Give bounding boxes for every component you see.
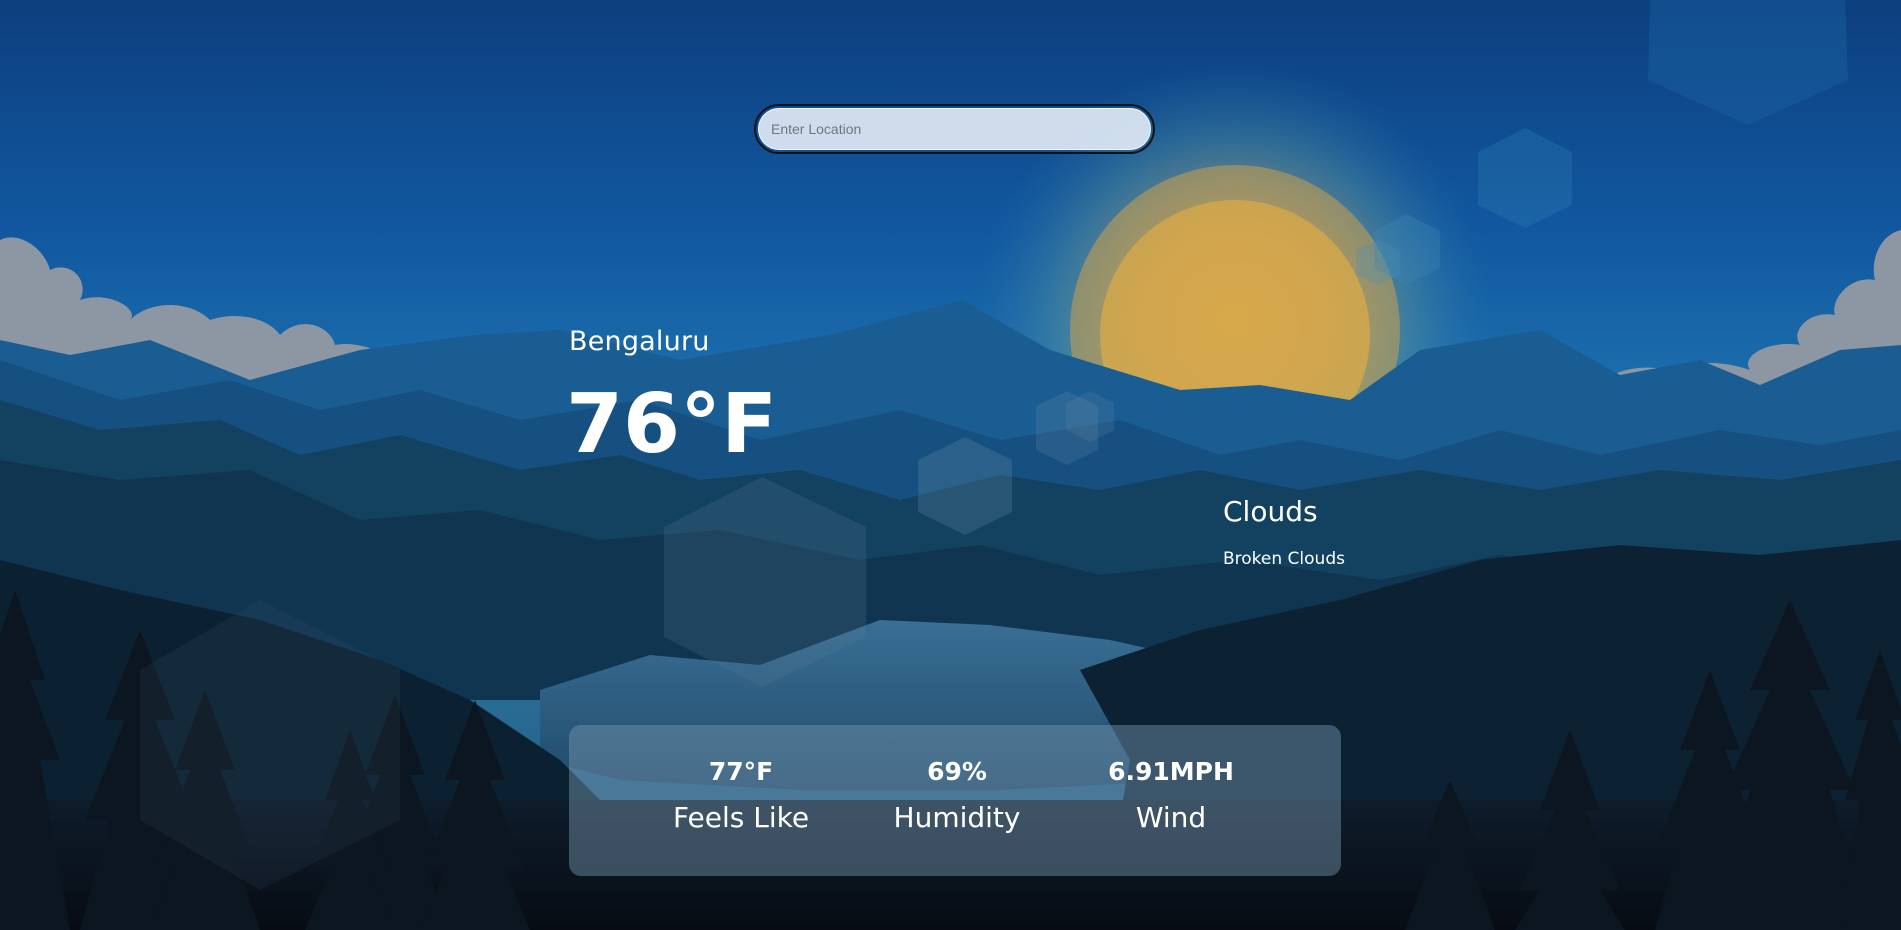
weather-stats-panel: 77°F Feels Like 69% Humidity 6.91MPH Win… bbox=[569, 725, 1341, 876]
humidity-value: 69% bbox=[927, 757, 987, 786]
humidity-label: Humidity bbox=[893, 801, 1021, 834]
location-search-input[interactable] bbox=[758, 108, 1151, 150]
weather-condition: Clouds bbox=[1223, 495, 1318, 528]
wind-stat: 6.91MPH Wind bbox=[1071, 759, 1271, 832]
feels-like-value: 77°F bbox=[708, 757, 774, 786]
feels-like-stat: 77°F Feels Like bbox=[641, 759, 841, 832]
current-temperature: 76°F bbox=[566, 377, 778, 472]
humidity-stat: 69% Humidity bbox=[857, 759, 1057, 832]
location-name: Bengaluru bbox=[569, 326, 710, 357]
wind-label: Wind bbox=[1135, 801, 1207, 834]
weather-app: Bengaluru 76°F Clouds Broken Clouds 77°F… bbox=[0, 0, 1901, 930]
search-box bbox=[754, 104, 1155, 154]
weather-description: Broken Clouds bbox=[1223, 549, 1345, 569]
feels-like-label: Feels Like bbox=[672, 801, 810, 834]
wind-value: 6.91MPH bbox=[1108, 757, 1234, 786]
